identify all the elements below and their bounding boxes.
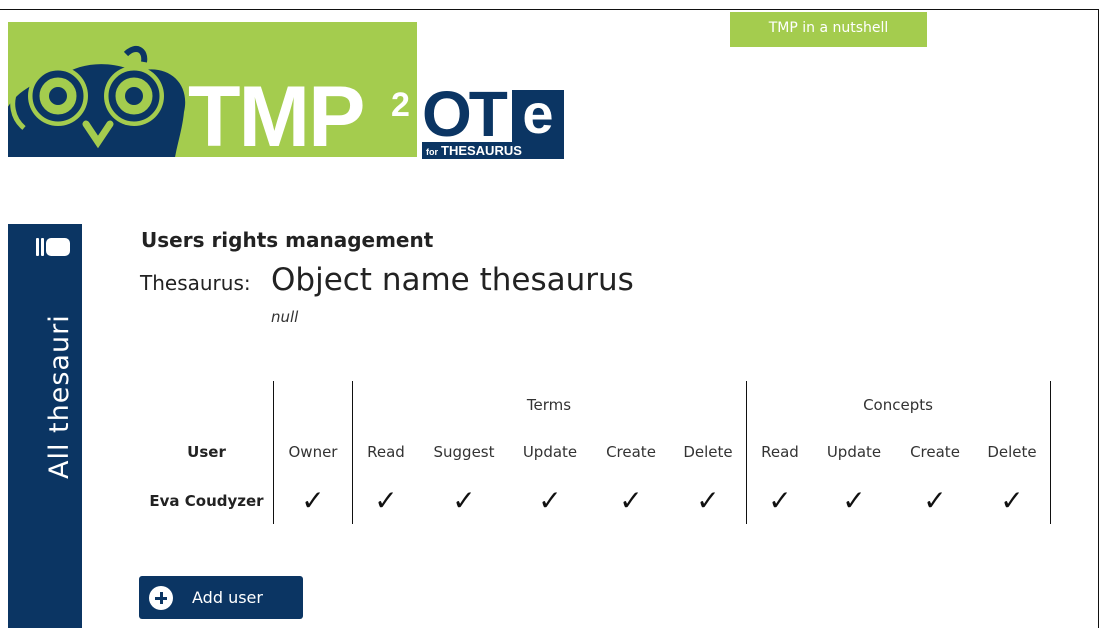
column-header-terms-update: Update	[522, 443, 578, 461]
owl-icon	[8, 45, 186, 157]
column-header-terms-suggest: Suggest	[433, 443, 495, 461]
concepts-create-check-icon[interactable]: ✓	[898, 486, 972, 516]
owner-check-icon[interactable]: ✓	[281, 486, 345, 516]
terms-create-check-icon[interactable]: ✓	[595, 486, 667, 516]
sidebar-label: All thesauri	[44, 314, 75, 479]
tmp-logo[interactable]: TMP 2	[8, 22, 417, 157]
logo-thesaurus-text: THESAURUS	[441, 143, 522, 158]
ote-logo[interactable]: OT e for THESAURUS	[422, 82, 564, 162]
column-header-user: User	[187, 443, 226, 461]
add-user-label: Add user	[192, 588, 263, 607]
logo-e-letter: e	[522, 82, 554, 145]
page-title: Users rights management	[141, 228, 434, 252]
all-thesauri-sidebar[interactable]: All thesauri	[8, 224, 82, 628]
logo-ote-text: OT	[422, 78, 508, 150]
terms-read-check-icon[interactable]: ✓	[357, 486, 415, 516]
logo-tmp-text: TMP	[188, 69, 366, 157]
logo-thesaurus-strip: for THESAURUS	[422, 142, 564, 159]
terms-update-check-icon[interactable]: ✓	[512, 486, 588, 516]
column-header-concepts-read: Read	[761, 443, 799, 461]
column-header-terms-read: Read	[367, 443, 405, 461]
plus-circle-icon	[149, 586, 173, 610]
concepts-delete-check-icon[interactable]: ✓	[977, 486, 1047, 516]
add-user-button[interactable]: Add user	[139, 576, 303, 619]
group-header-concepts: Concepts	[863, 396, 933, 414]
column-header-terms-delete: Delete	[683, 443, 733, 461]
column-header-concepts-delete: Delete	[987, 443, 1037, 461]
thesaurus-label: Thesaurus:	[140, 271, 251, 295]
concepts-update-check-icon[interactable]: ✓	[815, 486, 893, 516]
group-header-terms: Terms	[526, 396, 572, 414]
concepts-read-check-icon[interactable]: ✓	[752, 486, 808, 516]
column-header-concepts-update: Update	[826, 443, 882, 461]
thesaurus-name: Object name thesaurus	[271, 262, 634, 298]
books-icon	[36, 238, 70, 256]
window-top-border	[0, 9, 1099, 10]
logo-for-text: for	[426, 147, 438, 157]
table-divider	[1050, 381, 1051, 524]
logo-tmp-superscript: 2	[391, 86, 410, 124]
column-header-owner: Owner	[288, 443, 338, 461]
terms-suggest-check-icon[interactable]: ✓	[425, 486, 503, 516]
column-header-terms-create: Create	[606, 443, 656, 461]
terms-delete-check-icon[interactable]: ✓	[673, 486, 743, 516]
table-row-user: Eva Coudyzer	[149, 492, 264, 510]
table-divider	[273, 381, 274, 524]
column-header-concepts-create: Create	[910, 443, 960, 461]
thesaurus-subtitle: null	[271, 308, 299, 326]
tmp-nutshell-button[interactable]: TMP in a nutshell	[730, 12, 927, 47]
